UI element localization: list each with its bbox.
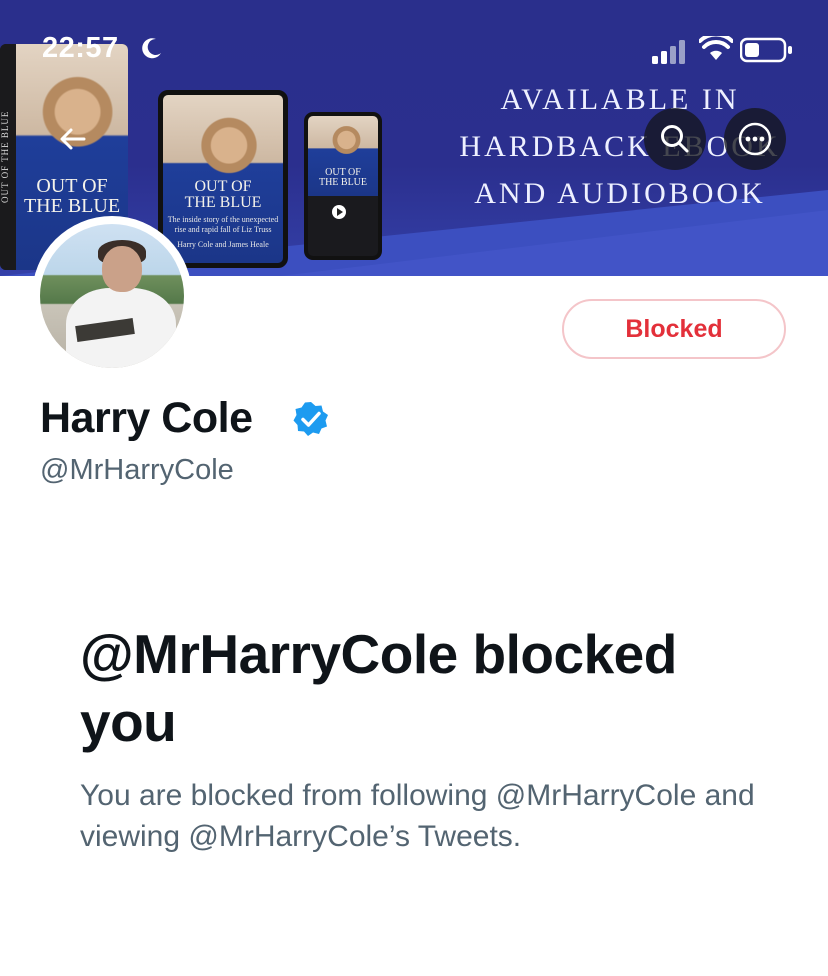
tablet-subtitle: The inside story of the unexpected rise … bbox=[167, 215, 279, 234]
battery-icon bbox=[740, 37, 792, 63]
tablet-title-line1: OUT OF bbox=[194, 178, 252, 195]
blocked-headline: @MrHarryCole blocked you bbox=[80, 623, 677, 753]
more-icon bbox=[738, 122, 772, 156]
search-button[interactable] bbox=[644, 108, 706, 170]
status-bar: 22:57 bbox=[0, 0, 828, 96]
phone-title-line2: THE BLUE bbox=[318, 177, 368, 188]
moon-icon bbox=[142, 38, 161, 59]
tablet-authors: Harry Cole and James Heale bbox=[177, 240, 269, 249]
status-time: 22:57 bbox=[42, 32, 119, 64]
promo-line-3: AND AUDIOBOOK bbox=[474, 177, 766, 210]
avatar-photo bbox=[40, 224, 184, 368]
more-options-button[interactable] bbox=[724, 108, 786, 170]
tablet-title-line2: THE BLUE bbox=[184, 194, 262, 211]
signal-icon bbox=[652, 40, 685, 64]
verified-badge-icon bbox=[293, 402, 328, 436]
wifi-icon bbox=[699, 36, 733, 60]
ebook-tablet-image: OUT OF THE BLUE The inside story of the … bbox=[158, 90, 288, 268]
avatar[interactable] bbox=[32, 216, 192, 376]
profile-handle: @MrHarryCole bbox=[40, 454, 234, 486]
book-title-line1: OUT OF bbox=[36, 175, 108, 197]
search-icon bbox=[661, 125, 689, 153]
book-title-line2: THE BLUE bbox=[23, 195, 121, 217]
back-button[interactable] bbox=[42, 108, 104, 170]
audiobook-phone-image: OUT OF THE BLUE bbox=[304, 112, 382, 260]
play-icon bbox=[332, 205, 346, 219]
blocked-description: You are blocked from following @MrHarryC… bbox=[80, 779, 755, 853]
blocked-button[interactable]: Blocked bbox=[562, 299, 786, 359]
arrow-left-icon bbox=[60, 128, 86, 150]
profile-name: Harry Cole bbox=[40, 394, 253, 442]
